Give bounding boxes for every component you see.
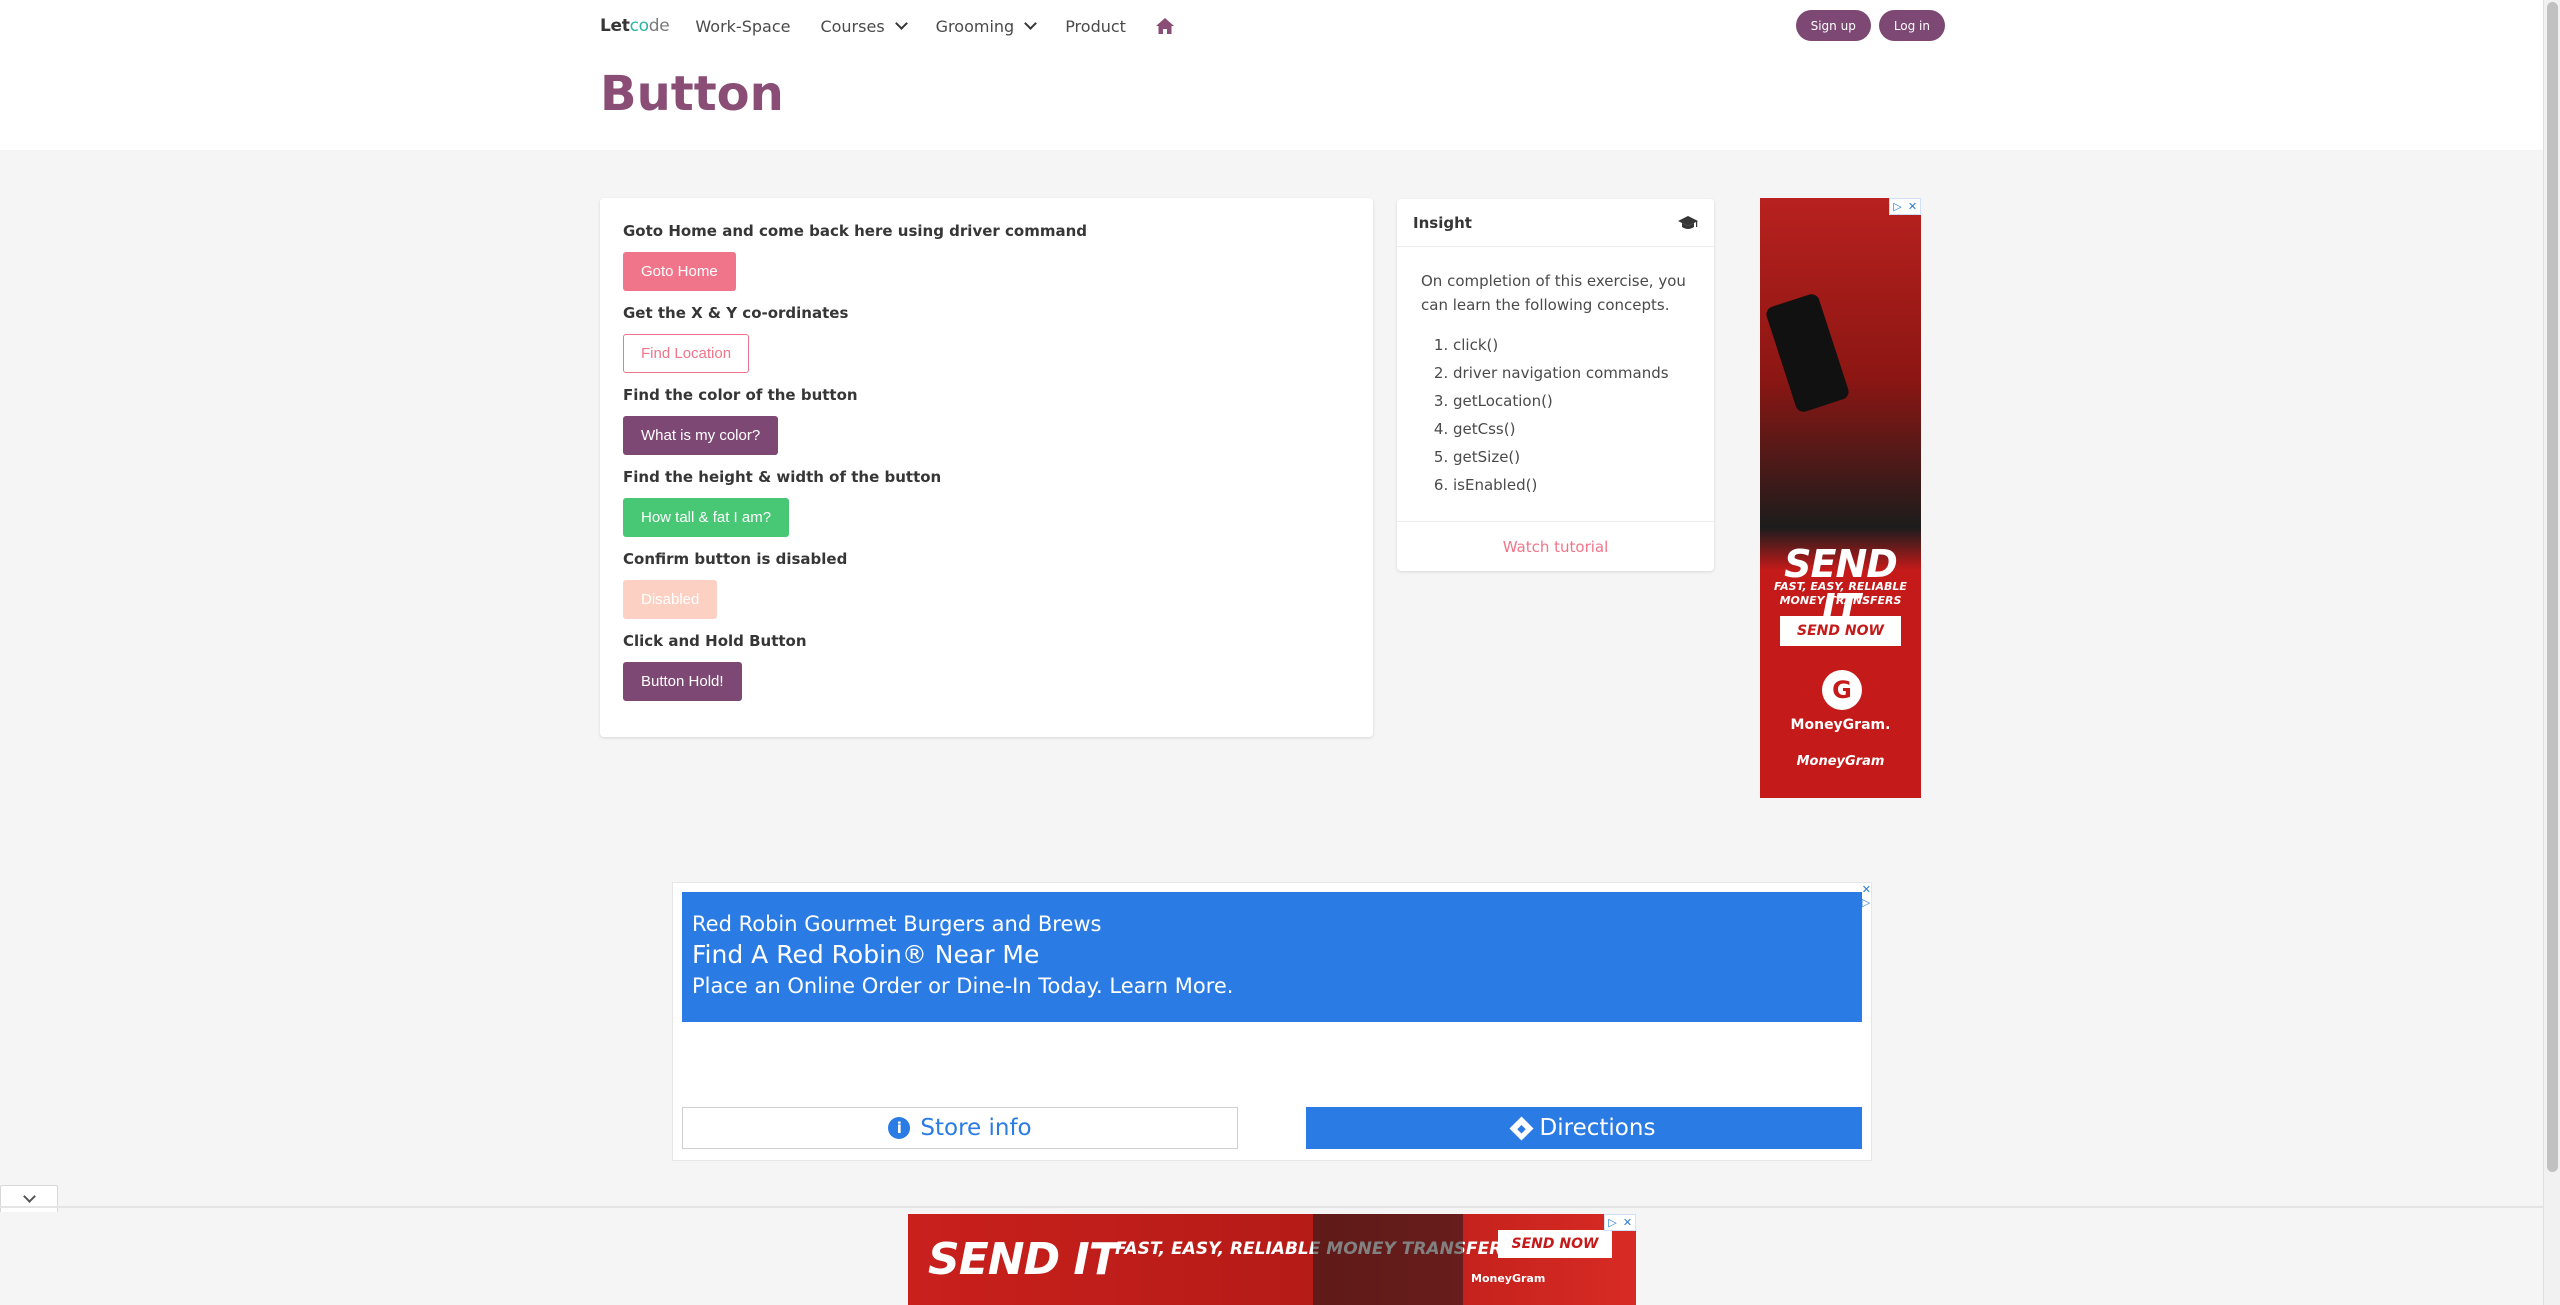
chevron-down-icon [894,17,908,30]
red-robin-ad[interactable]: Red Robin Gourmet Burgers and Brews Find… [672,882,1872,1161]
home-icon [1155,18,1174,34]
question-location: Get the X & Y co-ordinates [623,304,849,322]
nav-courses-label: Courses [820,16,885,36]
goto-home-button[interactable]: Goto Home [623,252,736,291]
concept-item: getSize() [1453,443,1690,471]
button-hold-button[interactable]: Button Hold! [623,662,742,701]
watch-tutorial-link[interactable]: Watch tutorial [1397,521,1714,571]
directions-icon [1509,1115,1534,1141]
insight-header: Insight [1397,199,1714,247]
page-scrollbar[interactable] [2543,0,2560,1305]
insight-card: Insight On completion of this exercise, … [1397,199,1714,571]
ad-actions: i Store info Directions [682,1107,1862,1149]
adchoices-badge[interactable]: ▷ ✕ [1604,1214,1636,1231]
nav-item-product[interactable]: Product [1065,17,1126,36]
concept-list: click() driver navigation commands getLo… [1453,331,1690,499]
graduation-cap-icon [1678,215,1698,229]
moneygram-banner-ad[interactable]: SEND IT FAST, EASY, RELIABLE MONEY TRANS… [908,1214,1636,1305]
adchoices-icon[interactable]: ▷ [1605,1215,1620,1230]
moneygram-logo-icon: G [1822,670,1862,710]
ad-phone-image [1764,292,1851,414]
concept-item: isEnabled() [1453,471,1690,499]
question-color: Find the color of the button [623,386,858,404]
ad-send-now-button[interactable]: SEND NOW [1780,616,1901,646]
nav-item-home[interactable] [1155,18,1174,34]
store-info-label: Store info [920,1115,1032,1141]
store-info-button[interactable]: i Store info [682,1107,1238,1149]
nav-item-workspace[interactable]: Work-Space [695,17,790,36]
banner-send-now-button[interactable]: SEND NOW [1498,1230,1612,1258]
divider [0,1206,2543,1208]
close-ad-icon[interactable]: ✕ [1905,199,1920,214]
question-size: Find the height & width of the button [623,468,942,486]
banner-image [1313,1214,1463,1305]
close-ad-icon[interactable]: ✕ [1862,883,1871,896]
brand-suffix: de [648,16,670,36]
close-ad-icon[interactable]: ✕ [1620,1215,1635,1230]
question-disabled: Confirm button is disabled [623,550,848,568]
question-hold: Click and Hold Button [623,632,807,650]
signup-button[interactable]: Sign up [1795,10,1871,41]
exercise-card: Goto Home and come back here using drive… [600,198,1373,737]
directions-label: Directions [1539,1115,1656,1141]
adchoices-badge[interactable]: ▷ ✕ [1889,198,1921,215]
navbar: Letcode Work-Space Courses Grooming Prod… [600,0,1945,52]
find-location-button[interactable]: Find Location [623,334,750,373]
concept-item: driver navigation commands [1453,359,1690,387]
what-is-my-color-button[interactable]: What is my color? [623,416,779,455]
insight-body: On completion of this exercise, you can … [1397,247,1714,499]
ad-tagline: FAST, EASY, RELIABLE MONEY TRANSFERS [1774,580,1907,607]
banner-brand: MoneyGram [1471,1272,1546,1285]
brand-prefix: Let [600,16,630,36]
adchoices-icon[interactable]: ▷ [1862,896,1871,909]
ad-line-3: Place an Online Order or Dine-In Today. … [692,974,1234,998]
directions-button[interactable]: Directions [1306,1107,1862,1149]
adchoices-icon[interactable]: ▷ [1890,199,1905,214]
moneygram-vertical-ad[interactable]: SEND IT FAST, EASY, RELIABLE MONEY TRANS… [1760,198,1921,798]
page-title: Button [600,66,784,122]
chevron-down-icon [1024,17,1038,30]
disabled-button: Disabled [623,580,718,619]
ad-brand: MoneyGram. [1790,717,1891,733]
nav-product-label: Product [1065,16,1126,36]
concept-item: getLocation() [1453,387,1690,415]
chevron-down-icon [22,1190,36,1203]
nav-grooming-label: Grooming [935,16,1015,36]
ad-team: MoneyGram [1796,754,1885,769]
ad-line-2: Find A Red Robin® Near Me [692,940,1040,969]
nav-item-grooming[interactable]: Grooming [935,16,1038,36]
insight-intro: On completion of this exercise, you can … [1421,272,1686,314]
ad-text-panel[interactable]: Red Robin Gourmet Burgers and Brews Find… [682,892,1862,1022]
concept-item: click() [1453,331,1690,359]
brand-o: co [629,16,649,36]
concept-item: getCss() [1453,415,1690,443]
auth-buttons: Sign up Log in [1795,10,1945,41]
banner-headline: SEND IT [928,1234,1119,1285]
how-tall-fat-button[interactable]: How tall & fat I am? [623,498,790,537]
adchoices-badge[interactable]: ✕ ▷ [1862,883,1871,909]
header: Letcode Work-Space Courses Grooming Prod… [0,0,2543,150]
nav-item-courses[interactable]: Courses [820,16,908,36]
question-goto-home: Goto Home and come back here using drive… [623,222,1088,240]
scrollbar-thumb[interactable] [2547,2,2558,1172]
login-button[interactable]: Log in [1878,10,1945,41]
brand-logo[interactable]: Letcode [600,16,670,36]
ad-line-1: Red Robin Gourmet Burgers and Brews [692,912,1102,936]
nav-workspace-label: Work-Space [695,16,791,36]
info-icon: i [888,1117,911,1139]
insight-title: Insight [1413,213,1472,232]
